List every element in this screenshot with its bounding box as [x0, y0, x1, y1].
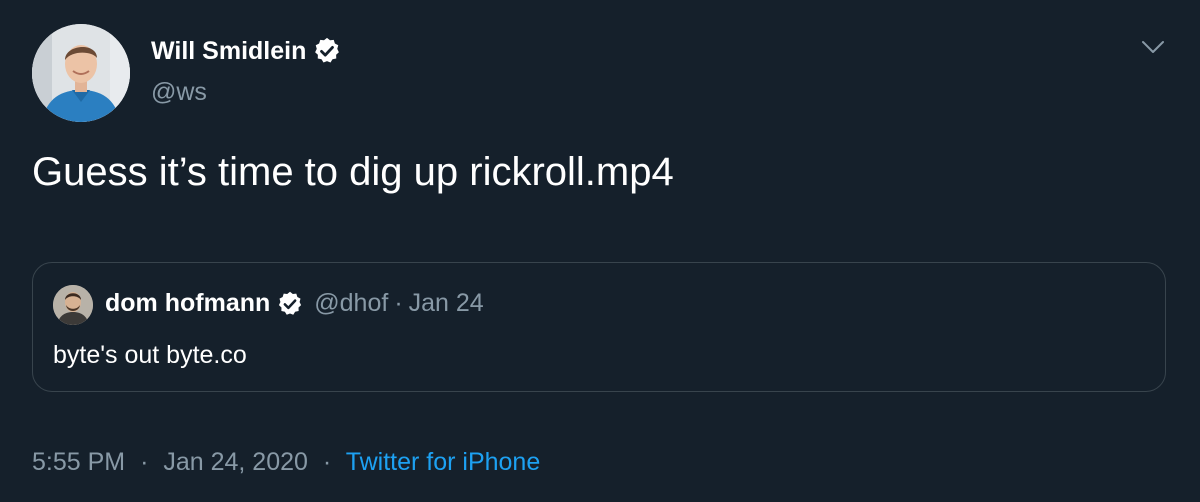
tweet-source-link[interactable]: Twitter for iPhone — [346, 448, 541, 476]
separator-dot: · — [322, 448, 332, 476]
separator-dot: · — [394, 289, 403, 317]
quoted-tweet-text: byte's out byte.co — [53, 341, 247, 369]
tweet-time[interactable]: 5:55 PM — [32, 448, 125, 476]
quoted-author-avatar[interactable] — [53, 285, 93, 325]
author-avatar[interactable] — [32, 24, 130, 122]
quoted-author-handle: @dhof — [314, 289, 389, 317]
tweet-date[interactable]: Jan 24, 2020 — [163, 448, 308, 476]
quoted-tweet-header: dom hofmann @dhof · Jan 24 — [105, 289, 484, 318]
author-handle[interactable]: @ws — [151, 78, 207, 107]
author-name[interactable]: Will Smidlein — [151, 37, 306, 66]
tweet-card: Will Smidlein @ws Guess it’s time to dig… — [0, 0, 1200, 502]
author-name-row[interactable]: Will Smidlein — [151, 36, 342, 66]
chevron-down-icon[interactable] — [1140, 36, 1166, 58]
tweet-meta: 5:55 PM · Jan 24, 2020 · Twitter for iPh… — [32, 448, 540, 477]
tweet-text: Guess it’s time to dig up rickroll.mp4 — [32, 150, 674, 194]
quoted-author-name: dom hofmann — [105, 289, 271, 317]
verified-badge-icon — [312, 36, 342, 66]
verified-badge-icon — [276, 290, 304, 318]
quoted-tweet-date: Jan 24 — [408, 289, 484, 317]
quoted-tweet[interactable]: dom hofmann @dhof · Jan 24 byte's out by… — [32, 262, 1166, 392]
separator-dot: · — [140, 448, 149, 476]
